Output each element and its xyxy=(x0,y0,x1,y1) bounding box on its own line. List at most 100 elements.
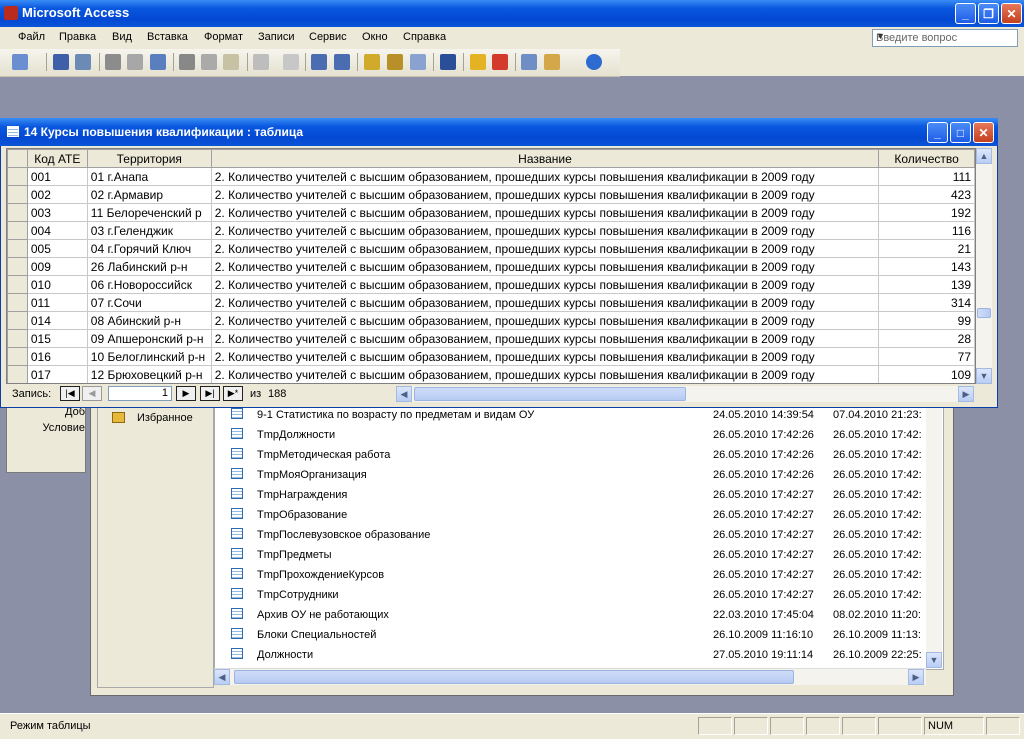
cell-territory[interactable]: 04 г.Горячий Ключ xyxy=(86,239,212,258)
filter-by-selection-icon[interactable] xyxy=(364,54,380,70)
cell-territory[interactable]: 01 г.Анапа xyxy=(86,167,212,186)
cell-code[interactable]: 010 xyxy=(26,275,88,294)
column-header-name[interactable]: Название xyxy=(210,149,880,168)
table-maximize-button[interactable]: □ xyxy=(950,122,971,143)
cell-code[interactable]: 014 xyxy=(26,311,88,330)
row-selector[interactable] xyxy=(7,293,28,312)
previous-record-button[interactable]: ◀ xyxy=(82,386,102,401)
list-item[interactable]: 9-1 Статистика по возрасту по предметам … xyxy=(215,405,925,425)
view-icon[interactable] xyxy=(12,54,28,70)
cell-count[interactable]: 314 xyxy=(878,293,975,312)
new-record-button[interactable]: ▶* xyxy=(223,386,243,401)
chevron-down-icon[interactable]: ▼ xyxy=(876,31,1015,41)
scroll-left-icon[interactable]: ◀ xyxy=(214,669,230,685)
cell-territory[interactable]: 06 г.Новороссийск xyxy=(86,275,212,294)
cell-count[interactable]: 139 xyxy=(878,275,975,294)
scroll-down-icon[interactable]: ▼ xyxy=(976,368,992,384)
cell-name[interactable]: 2. Количество учителей с высшим образова… xyxy=(210,365,880,383)
cell-count[interactable]: 116 xyxy=(878,221,975,240)
cell-territory[interactable]: 02 г.Армавир xyxy=(86,185,212,204)
spelling-icon[interactable] xyxy=(150,54,166,70)
delete-record-icon[interactable] xyxy=(492,54,508,70)
cell-territory[interactable]: 09 Апшеронский р-н xyxy=(86,329,212,348)
cell-territory[interactable]: 26 Лабинский р-н xyxy=(86,257,212,276)
current-record-input[interactable]: 1 xyxy=(108,386,172,401)
cell-code[interactable]: 011 xyxy=(26,293,88,312)
cell-territory[interactable]: 10 Белоглинский р-н xyxy=(86,347,212,366)
filter-by-form-icon[interactable] xyxy=(387,54,403,70)
cell-code[interactable]: 009 xyxy=(26,257,88,276)
restore-button[interactable]: ❐ xyxy=(978,3,999,24)
list-item[interactable]: TmpПослевузовское образование 26.05.2010 … xyxy=(215,525,925,545)
table-row[interactable]: 003 11 Белореченский р 2. Количество учите… xyxy=(7,203,975,222)
list-item[interactable]: TmpСотрудники 26.05.2010 17:42:27 26.05.20… xyxy=(215,585,925,605)
cell-count[interactable]: 143 xyxy=(878,257,975,276)
list-item[interactable]: TmpНаграждения 26.05.2010 17:42:27 26.05.2… xyxy=(215,485,925,505)
cell-territory[interactable]: 11 Белореченский р xyxy=(86,203,212,222)
cell-code[interactable]: 015 xyxy=(26,329,88,348)
datasheet-horizontal-scrollbar[interactable]: ◀ ▶ xyxy=(396,386,974,402)
copy-icon[interactable] xyxy=(201,54,217,70)
row-selector[interactable] xyxy=(7,329,28,348)
table-row[interactable]: 017 12 Брюховецкий р-н 2. Количество учите… xyxy=(7,365,975,383)
cell-count[interactable]: 21 xyxy=(878,239,975,258)
table-row[interactable]: 005 04 г.Горячий Ключ 2. Количество учител… xyxy=(7,239,975,258)
menu-insert[interactable]: Вставка xyxy=(147,31,188,43)
list-item[interactable]: Блоки Специальностей 26.10.2009 11:16:10 2… xyxy=(215,625,925,645)
table-minimize-button[interactable]: _ xyxy=(927,122,948,143)
cell-name[interactable]: 2. Количество учителей с высшим образова… xyxy=(210,347,880,366)
next-record-button[interactable]: ▶ xyxy=(176,386,196,401)
column-header-territory[interactable]: Территория xyxy=(86,149,212,168)
cell-name[interactable]: 2. Количество учителей с высшим образова… xyxy=(210,293,880,312)
save-icon[interactable] xyxy=(53,54,69,70)
cell-code[interactable]: 001 xyxy=(26,167,88,186)
cell-count[interactable]: 111 xyxy=(878,167,975,186)
sort-ascending-icon[interactable] xyxy=(311,54,327,70)
row-selector[interactable] xyxy=(7,221,28,240)
print-icon[interactable] xyxy=(105,54,121,70)
menu-file[interactable]: Файл xyxy=(18,31,45,43)
list-item[interactable]: Должности 27.05.2010 19:11:14 26.10.2009 2… xyxy=(215,645,925,665)
cell-territory[interactable]: 03 г.Геленджик xyxy=(86,221,212,240)
list-item[interactable]: TmpДолжности 26.05.2010 17:42:26 26.05.201… xyxy=(215,425,925,445)
table-row[interactable]: 016 10 Белоглинский р-н 2. Количество учит… xyxy=(7,347,975,366)
scroll-up-icon[interactable]: ▲ xyxy=(976,148,992,164)
table-row[interactable]: 014 08 Абинский р-н 2. Количество учителей… xyxy=(7,311,975,330)
cell-territory[interactable]: 07 г.Сочи xyxy=(86,293,212,312)
last-record-button[interactable]: ▶| xyxy=(200,386,220,401)
help-icon[interactable] xyxy=(586,54,602,70)
row-selector[interactable] xyxy=(7,347,28,366)
table-row[interactable]: 009 26 Лабинский р-н 2. Количество учителе… xyxy=(7,257,975,276)
row-selector[interactable] xyxy=(7,203,28,222)
menu-format[interactable]: Формат xyxy=(204,31,243,43)
new-record-icon[interactable] xyxy=(470,54,486,70)
menu-records[interactable]: Записи xyxy=(258,31,295,43)
file-search-icon[interactable] xyxy=(75,54,91,70)
cut-icon[interactable] xyxy=(179,54,195,70)
cell-name[interactable]: 2. Количество учителей с высшим образова… xyxy=(210,221,880,240)
first-record-button[interactable]: |◀ xyxy=(60,386,80,401)
list-item[interactable]: Архив ОУ не работающих 22.03.2010 17:45:0… xyxy=(215,605,925,625)
row-selector[interactable] xyxy=(7,167,28,186)
cell-code[interactable]: 004 xyxy=(26,221,88,240)
print-preview-icon[interactable] xyxy=(127,54,143,70)
cell-name[interactable]: 2. Количество учителей с высшим образова… xyxy=(210,311,880,330)
database-window-icon[interactable] xyxy=(544,54,560,70)
scroll-right-icon[interactable]: ▶ xyxy=(958,386,974,402)
cell-count[interactable]: 28 xyxy=(878,329,975,348)
cell-count[interactable]: 192 xyxy=(878,203,975,222)
row-selector[interactable] xyxy=(7,185,28,204)
cell-name[interactable]: 2. Количество учителей с высшим образова… xyxy=(210,185,880,204)
list-item[interactable]: TmpМояОрганизация 26.05.2010 17:42:26 26.0… xyxy=(215,465,925,485)
table-close-button[interactable]: ✕ xyxy=(973,122,994,143)
table-row[interactable]: 010 06 г.Новороссийск 2. Количество учител… xyxy=(7,275,975,294)
database-vertical-scrollbar[interactable]: ▼ xyxy=(926,400,942,668)
cell-territory[interactable]: 08 Абинский р-н xyxy=(86,311,212,330)
minimize-button[interactable]: _ xyxy=(955,3,976,24)
scroll-thumb[interactable] xyxy=(977,308,991,318)
cell-code[interactable]: 017 xyxy=(26,365,88,383)
row-selector[interactable] xyxy=(7,275,28,294)
cell-code[interactable]: 002 xyxy=(26,185,88,204)
table-row[interactable]: 015 09 Апшеронский р-н 2. Количество учите… xyxy=(7,329,975,348)
list-item[interactable]: TmpМетодическая работа 26.05.2010 17:42:2… xyxy=(215,445,925,465)
